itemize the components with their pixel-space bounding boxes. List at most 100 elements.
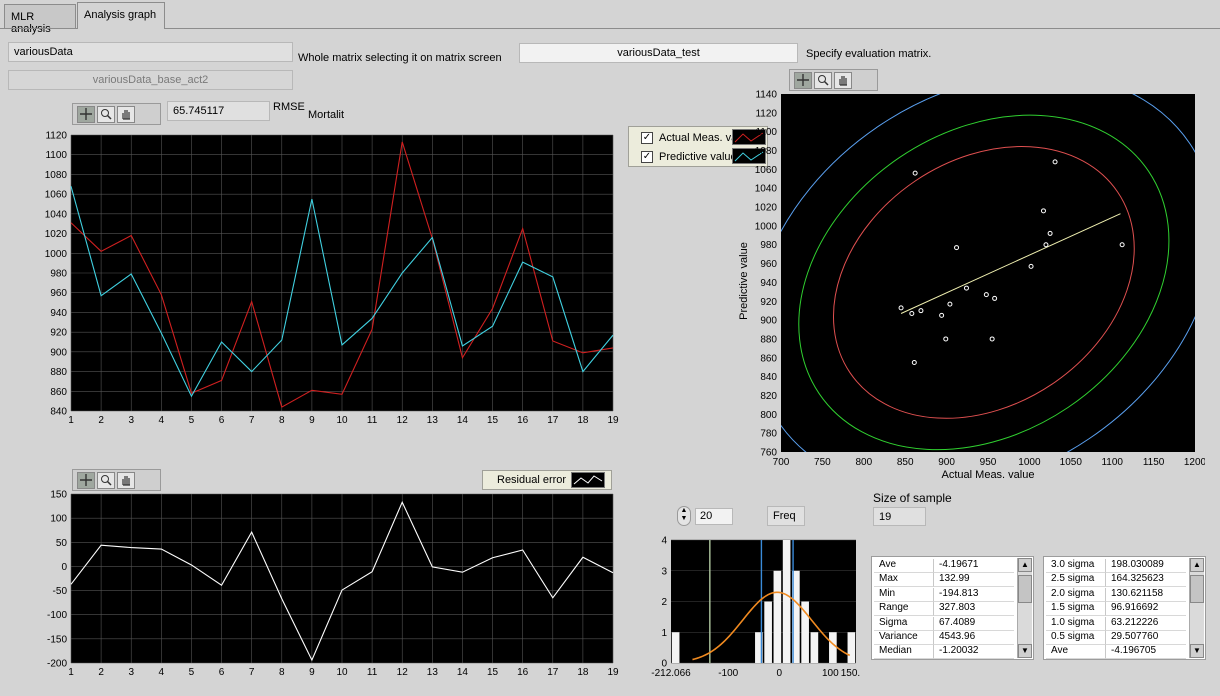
y-tick-label: 1080 — [45, 170, 68, 181]
y-tick-label: 940 — [760, 278, 777, 289]
y-tick-label: 980 — [50, 269, 67, 280]
train-matrix-field[interactable]: variousData — [8, 42, 293, 62]
tab-mlr-analysis[interactable]: MLR analysis — [4, 4, 76, 35]
y-tick-label: 1120 — [755, 108, 777, 119]
stats-value: 132.99 — [934, 573, 1014, 588]
stats-value: 29.507760 — [1106, 631, 1186, 645]
legend-item-predictive[interactable]: ✓ Predictive value — [629, 148, 737, 166]
stats-key: 2.5 sigma — [1046, 573, 1106, 588]
x-tick-label: 6 — [219, 667, 225, 678]
y-tick-label: 860 — [50, 387, 67, 398]
x-tick-label: 750 — [814, 457, 831, 468]
bins-spinner[interactable]: ▲ ▼ — [677, 506, 691, 526]
pan-hand-icon[interactable] — [117, 105, 135, 123]
y-tick-label: -100 — [47, 610, 67, 621]
x-tick-label: 800 — [855, 457, 872, 468]
x-tick-label: 17 — [547, 415, 559, 426]
y-tick-label: 50 — [56, 538, 68, 549]
y-tick-label: 1020 — [755, 203, 778, 214]
stats-row: 2.0 sigma 130.621158 — [1046, 587, 1186, 602]
pan-hand-icon[interactable] — [117, 471, 135, 489]
x-tick-label: 10 — [336, 415, 348, 426]
y-tick-label: -200 — [47, 659, 67, 670]
y-tick-label: 150 — [50, 490, 67, 501]
stats-value: 63.212226 — [1106, 616, 1186, 631]
scroll-down-icon[interactable]: ▼ — [1190, 644, 1204, 658]
main-chart-palette — [72, 103, 161, 125]
freq-label: Freq — [767, 506, 805, 526]
test-matrix-field[interactable]: variousData_test — [519, 43, 798, 63]
legend-checkbox-actual[interactable]: ✓ — [641, 132, 653, 144]
crosshair-cursor-icon[interactable] — [794, 71, 812, 89]
stats-row: Max 132.99 — [874, 573, 1014, 588]
scroll-up-icon[interactable]: ▲ — [1018, 558, 1032, 572]
histogram-bar — [782, 540, 791, 663]
stats-row: Ave -4.196705 — [1046, 645, 1186, 660]
stats-key: Ave — [874, 559, 934, 573]
stats-row: Variance 4543.96 — [874, 631, 1014, 645]
stats-key: 3.0 sigma — [1046, 559, 1106, 573]
y-tick-label: 1000 — [45, 249, 68, 260]
stats-key: Sigma — [874, 616, 934, 631]
histogram-bar — [671, 632, 680, 663]
legend-checkbox-predictive[interactable]: ✓ — [641, 151, 653, 163]
residual-legend: Residual error — [482, 470, 612, 490]
pan-hand-icon[interactable] — [834, 71, 852, 89]
train-hint-label: Whole matrix selecting it on matrix scre… — [298, 52, 502, 64]
stats-row: 1.0 sigma 63.212226 — [1046, 616, 1186, 631]
x-tick-label: 1200 — [1184, 457, 1205, 468]
y-tick-label: 860 — [760, 353, 777, 364]
crosshair-cursor-icon[interactable] — [77, 105, 95, 123]
target-variable-label: Mortalit — [308, 109, 345, 121]
stats-key: Range — [874, 602, 934, 617]
y-tick-label: 1100 — [755, 127, 777, 138]
scroll-up-icon[interactable]: ▲ — [1190, 558, 1204, 572]
y-tick-label: 4 — [661, 536, 667, 547]
histogram-bar — [773, 570, 782, 663]
zoom-icon[interactable] — [97, 471, 115, 489]
bins-input[interactable]: 20 — [695, 508, 733, 525]
scatter-chart-palette — [789, 69, 878, 91]
y-tick-label: 920 — [50, 328, 67, 339]
histogram-chart[interactable]: 01234-212.066-1000100150.24 — [645, 532, 860, 687]
y-tick-label: -150 — [47, 634, 67, 645]
y-tick-label: 900 — [50, 347, 67, 358]
y-tick-label: 840 — [760, 372, 777, 383]
legend-swatch-residual[interactable] — [571, 472, 605, 488]
x-tick-label: 8 — [279, 415, 285, 426]
scroll-down-icon[interactable]: ▼ — [1018, 644, 1032, 658]
y-tick-label: 1100 — [45, 150, 67, 161]
crosshair-cursor-icon[interactable] — [77, 471, 95, 489]
rmse-value: 65.745117 — [167, 101, 270, 121]
residual-line-chart[interactable]: -200-150-100-500501001501 2 3 4 5 6 7 8 9 10 11 12 1… — [0, 488, 620, 688]
zoom-icon[interactable] — [814, 71, 832, 89]
y-tick-label: 840 — [50, 407, 67, 418]
stats-right-scrollbar[interactable]: ▲ ▼ — [1189, 558, 1204, 658]
y-tick-label: 1000 — [755, 221, 778, 232]
tab-analysis-graph[interactable]: Analysis graph — [77, 2, 165, 29]
stats-value: 67.4089 — [934, 616, 1014, 631]
y-tick-label: 960 — [760, 259, 777, 270]
x-tick-label: 700 — [773, 457, 790, 468]
x-tick-label: 4 — [159, 415, 165, 426]
x-tick-label: 9 — [309, 415, 315, 426]
y-tick-label: 1140 — [755, 90, 777, 101]
scatter-chart[interactable]: 7607808008208408608809009209409609801000… — [730, 90, 1205, 490]
x-tick-label: 11 — [367, 415, 378, 426]
main-line-chart[interactable]: 840 860 880 900 920 940 960 980 1000 1020 1040 1060… — [0, 130, 620, 435]
stats-left-scrollbar[interactable]: ▲ ▼ — [1017, 558, 1032, 658]
stats-row: Ave -4.19671 — [874, 559, 1014, 573]
y-tick-label: 0 — [61, 562, 67, 573]
x-tick-label: 13 — [427, 667, 439, 678]
stats-key: Median — [874, 645, 934, 660]
stats-row: Range 327.803 — [874, 602, 1014, 617]
scroll-thumb[interactable] — [1190, 575, 1204, 603]
zoom-icon[interactable] — [97, 105, 115, 123]
x-tick-label: 15 — [487, 667, 499, 678]
y-tick-label: 1020 — [45, 229, 68, 240]
stats-row: 2.5 sigma 164.325623 — [1046, 573, 1186, 588]
x-tick-label: 9 — [309, 667, 315, 678]
legend-label-residual: Residual error — [497, 474, 567, 486]
y-tick-label: 940 — [50, 308, 67, 319]
scroll-thumb[interactable] — [1018, 575, 1032, 603]
